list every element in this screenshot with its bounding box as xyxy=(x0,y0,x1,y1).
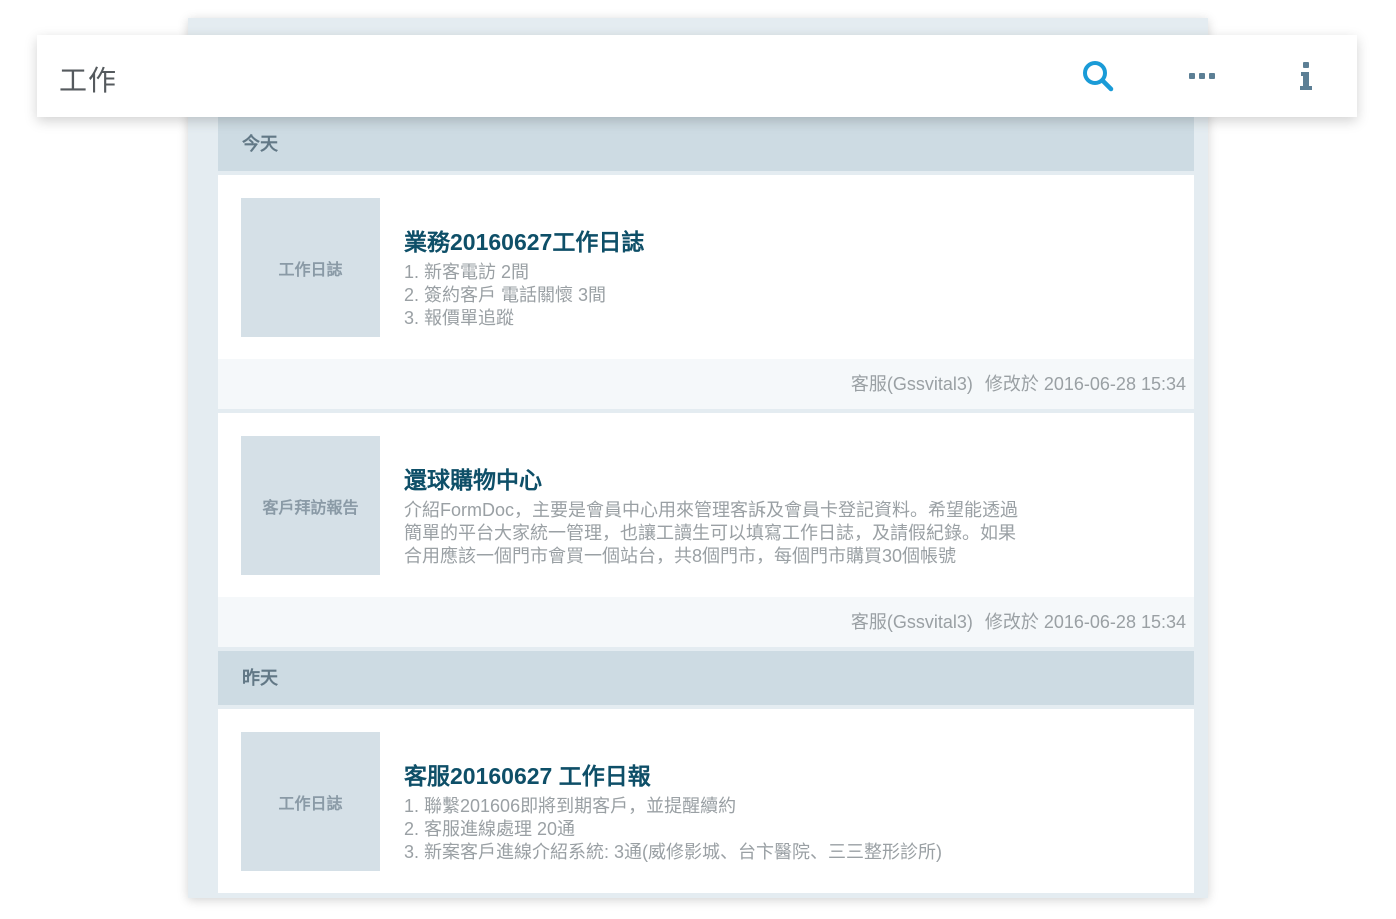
item-desc-line: 2. 簽約客戶 電話關懷 3間 xyxy=(404,285,607,305)
item-desc-line: 1. 新客電訪 2間 xyxy=(404,262,530,282)
item-author: 客服(Gssvital3) xyxy=(850,612,973,632)
item-body[interactable]: 工作日誌 客服20160627 工作日報 1. 聯繫201606即將到期客戶，並… xyxy=(218,709,1194,893)
item-body[interactable]: 工作日誌 業務20160627工作日誌 1. 新客電訪 2間 2. 簽約客戶 電… xyxy=(218,175,1194,359)
item-footer: 客服(Gssvital3) 修改於 2016-06-28 15:34 xyxy=(218,359,1194,409)
item-desc-line: 合用應該一個門市會買一個站台，共8個門市，每個門市購買30個帳號 xyxy=(404,546,957,566)
item-modified: 修改於 2016-06-28 15:34 xyxy=(984,612,1186,632)
info-button[interactable] xyxy=(1286,56,1326,96)
item-body[interactable]: 客戶拜訪報告 還球購物中心 介紹FormDoc，主要是會員中心用來管理客訴及會員… xyxy=(218,413,1194,597)
item-title[interactable]: 客服20160627 工作日報 xyxy=(404,757,1094,791)
item-modified: 修改於 2016-06-28 15:34 xyxy=(984,374,1186,394)
page-title: 工作 xyxy=(59,65,118,96)
category-thumbnail: 工作日誌 xyxy=(241,732,380,871)
item-desc-line: 3. 報價單追蹤 xyxy=(404,308,515,328)
item-desc-line: 介紹FormDoc，主要是會員中心用來管理客訴及會員卡登記資料。希望能透過 xyxy=(404,500,1019,520)
category-thumbnail: 客戶拜訪報告 xyxy=(241,436,380,575)
app-panel: 今天 工作日誌 業務20160627工作日誌 1. 新客電訪 2間 2. 簽約客… xyxy=(188,18,1208,898)
list-item[interactable]: 工作日誌 客服20160627 工作日報 1. 聯繫201606即將到期客戶，並… xyxy=(218,709,1194,893)
item-author: 客服(Gssvital3) xyxy=(850,374,973,394)
item-content: 客服20160627 工作日報 1. 聯繫201606即將到期客戶，並提醒續約 … xyxy=(404,757,1094,864)
search-icon xyxy=(1083,61,1114,92)
worklog-list: 今天 工作日誌 業務20160627工作日誌 1. 新客電訪 2間 2. 簽約客… xyxy=(218,117,1194,893)
section-header-today: 今天 xyxy=(218,117,1194,171)
category-thumbnail: 工作日誌 xyxy=(241,198,380,337)
more-button[interactable] xyxy=(1182,56,1222,96)
item-desc-line: 3. 新案客戶進線介紹系統: 3通(威修影城、台卞醫院、三三整形診所) xyxy=(404,842,943,862)
list-item[interactable]: 客戶拜訪報告 還球購物中心 介紹FormDoc，主要是會員中心用來管理客訴及會員… xyxy=(218,413,1194,647)
more-icon xyxy=(1189,73,1215,79)
top-app-bar: 工作 xyxy=(37,35,1357,117)
list-item[interactable]: 工作日誌 業務20160627工作日誌 1. 新客電訪 2間 2. 簽約客戶 電… xyxy=(218,175,1194,409)
item-desc-line: 簡單的平台大家統一管理，也讓工讀生可以填寫工作日誌，及請假紀錄。如果 xyxy=(404,523,1016,543)
item-content: 業務20160627工作日誌 1. 新客電訪 2間 2. 簽約客戶 電話關懷 3… xyxy=(404,223,1094,330)
item-title[interactable]: 還球購物中心 xyxy=(404,461,1094,495)
item-desc-line: 2. 客服進線處理 20通 xyxy=(404,819,576,839)
item-content: 還球購物中心 介紹FormDoc，主要是會員中心用來管理客訴及會員卡登記資料。希… xyxy=(404,461,1094,568)
item-footer: 客服(Gssvital3) 修改於 2016-06-28 15:34 xyxy=(218,597,1194,647)
section-header-yesterday: 昨天 xyxy=(218,651,1194,705)
search-button[interactable] xyxy=(1078,56,1118,96)
info-icon xyxy=(1300,62,1312,90)
item-desc-line: 1. 聯繫201606即將到期客戶，並提醒續約 xyxy=(404,796,737,816)
item-title[interactable]: 業務20160627工作日誌 xyxy=(404,223,1094,257)
